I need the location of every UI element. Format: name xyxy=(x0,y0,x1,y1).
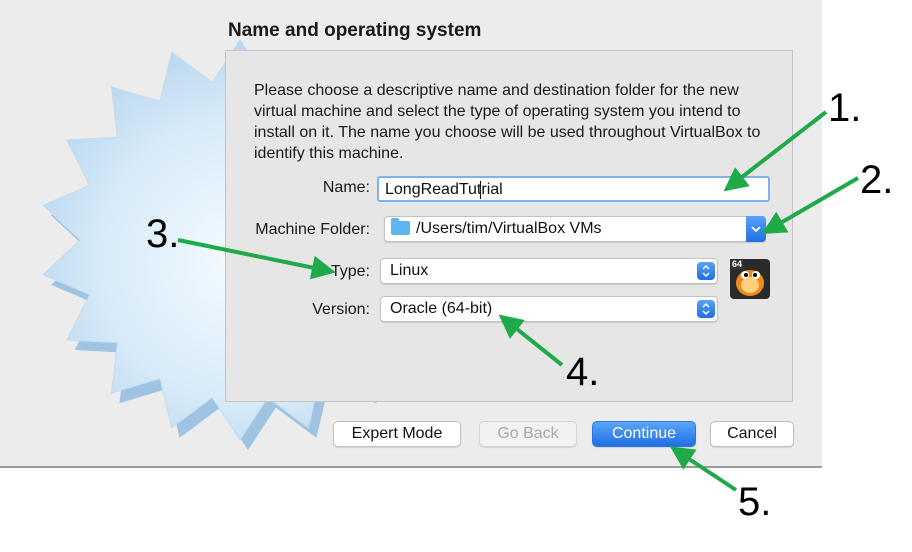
arrow-3 xyxy=(177,238,336,280)
annotation-label-1: 1. xyxy=(828,86,862,130)
arrow-2 xyxy=(761,176,860,235)
os-bitness-badge: 64 xyxy=(730,259,745,270)
arrow-1 xyxy=(723,110,828,192)
annotation-label-4: 4. xyxy=(566,350,600,394)
annotation-label-3: 3. xyxy=(146,212,180,256)
arrow-5 xyxy=(669,446,738,492)
arrow-4 xyxy=(498,314,564,367)
annotation-label-5: 5. xyxy=(738,480,772,524)
annotation-arrows xyxy=(177,110,860,492)
annotation-label-2: 2. xyxy=(860,158,894,202)
